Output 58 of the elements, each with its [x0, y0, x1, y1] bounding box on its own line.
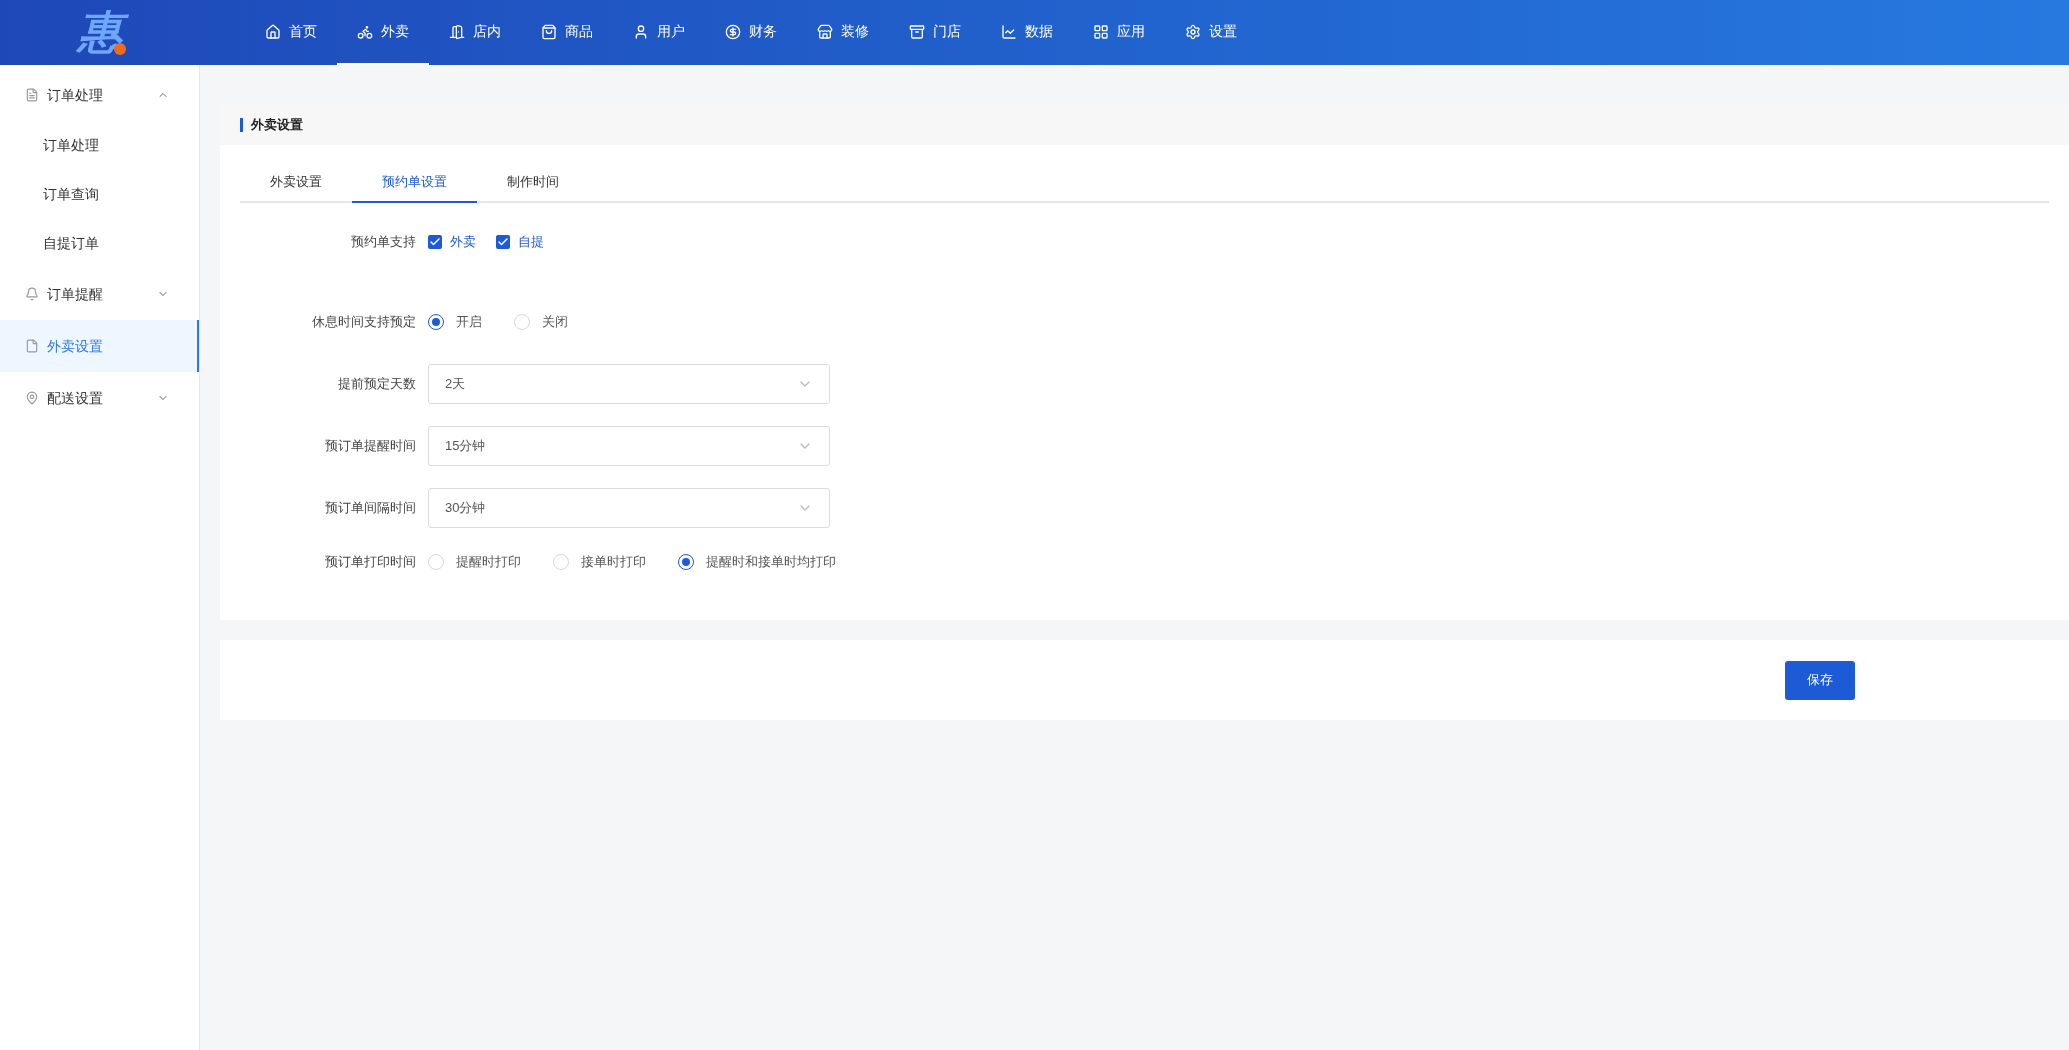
checkbox[interactable]: [496, 235, 510, 249]
bicycle-icon: [357, 23, 373, 40]
checkbox-label[interactable]: 外卖: [450, 232, 476, 252]
nav-tab[interactable]: 门店: [889, 0, 981, 65]
door-icon: [449, 23, 465, 40]
select-field[interactable]: 30分钟: [428, 488, 830, 528]
storefront-icon: [817, 23, 833, 40]
nav-tab[interactable]: 装修: [797, 0, 889, 65]
nav-tab[interactable]: 应用: [1073, 0, 1165, 65]
nav-tab[interactable]: 用户: [613, 0, 705, 65]
field-label: 提前预定天数: [337, 375, 417, 394]
grid-icon: [1093, 23, 1109, 40]
field-label: 预约单支持: [350, 233, 417, 252]
sidebar-subitem[interactable]: 订单处理: [0, 121, 199, 170]
nav-tab[interactable]: 店内: [429, 0, 521, 65]
coin-icon: [725, 23, 741, 40]
home-icon: [265, 23, 281, 40]
radio-button[interactable]: [428, 314, 444, 330]
radio-label[interactable]: 关闭: [542, 312, 568, 332]
nav-tab[interactable]: 商品: [521, 0, 613, 65]
radio-label[interactable]: 提醒时和接单时均打印: [706, 552, 836, 572]
sidebar-item[interactable]: 订单处理: [0, 69, 199, 121]
radio-button[interactable]: [678, 554, 694, 570]
sidebar-item[interactable]: 订单提醒: [0, 268, 199, 320]
file-icon: [25, 339, 39, 353]
tab[interactable]: 外卖设置: [240, 163, 352, 203]
field-label: 预订单间隔时间: [324, 499, 417, 518]
card-title: 外卖设置: [251, 115, 303, 134]
select-field[interactable]: 2天: [428, 364, 830, 404]
checkbox[interactable]: [428, 235, 442, 249]
radio-label[interactable]: 接单时打印: [581, 552, 646, 572]
nav-tab[interactable]: 首页: [245, 0, 337, 65]
bell-icon: [25, 287, 39, 301]
sidebar-item[interactable]: 配送设置: [0, 372, 199, 424]
checkbox-label[interactable]: 自提: [518, 232, 544, 252]
map-pin-icon: [25, 391, 39, 405]
radio-label[interactable]: 提醒时打印: [456, 552, 521, 572]
radio-label[interactable]: 开启: [456, 312, 482, 332]
nav-tab[interactable]: 设置: [1165, 0, 1257, 65]
user-icon: [633, 23, 649, 40]
sidebar-item[interactable]: 外卖设置: [0, 320, 199, 372]
line-chart-icon: [1001, 23, 1017, 40]
field-label: 休息时间支持预定: [311, 313, 417, 332]
box-icon: [909, 23, 925, 40]
document-icon: [25, 88, 39, 102]
save-button[interactable]: 保存: [1785, 660, 1855, 700]
bag-icon: [541, 23, 557, 40]
nav-tab[interactable]: 外卖: [337, 0, 429, 65]
select-field[interactable]: 15分钟: [428, 426, 830, 466]
nav-tab[interactable]: 数据: [981, 0, 1073, 65]
nav-tab[interactable]: 财务: [705, 0, 797, 65]
field-label: 预订单打印时间: [324, 553, 417, 572]
sidebar-subitem[interactable]: 订单查询: [0, 170, 199, 219]
tab[interactable]: 制作时间: [477, 163, 589, 203]
sidebar-subitem[interactable]: 自提订单: [0, 219, 199, 268]
settings-icon: [1185, 23, 1201, 40]
field-label: 预订单提醒时间: [324, 437, 417, 456]
tab[interactable]: 预约单设置: [352, 163, 477, 203]
